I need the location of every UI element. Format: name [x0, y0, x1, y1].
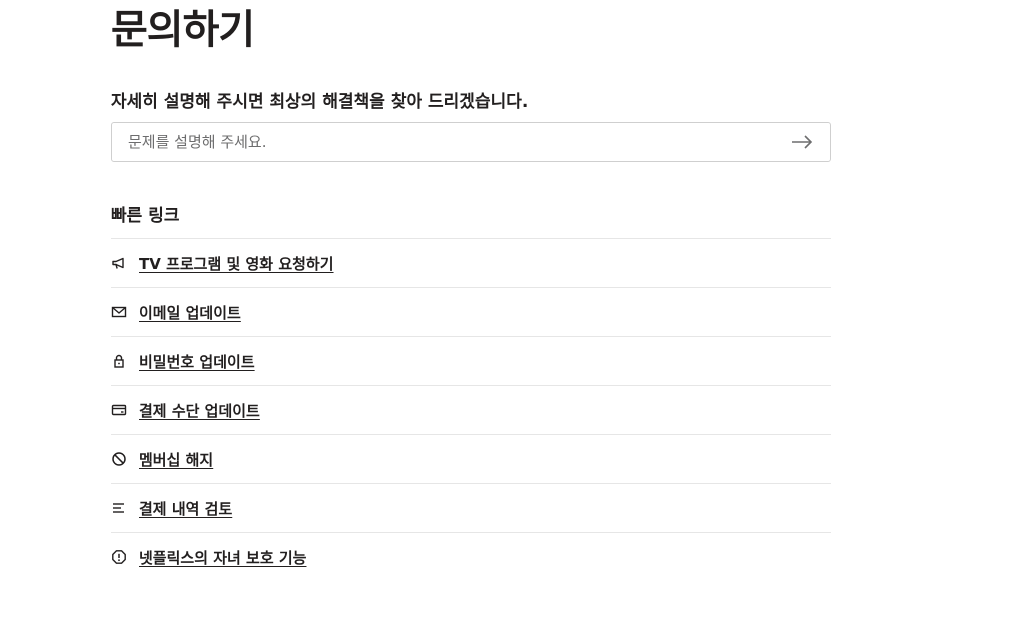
quick-link-update-email: 이메일 업데이트	[111, 288, 831, 337]
quick-links-title: 빠른 링크	[111, 206, 180, 226]
quick-link-label[interactable]: 결제 수단 업데이트	[139, 400, 260, 421]
contact-section: 문의하기 자세히 설명해 주시면 최상의 해결책을 찾아 드리겠습니다. 빠른 …	[111, 0, 831, 581]
search-box	[111, 122, 831, 162]
quick-link-request-titles: TV 프로그램 및 영화 요청하기	[111, 239, 831, 288]
arrow-right-icon[interactable]	[790, 132, 814, 152]
credit-card-icon	[111, 402, 127, 418]
page-subtitle: 자세히 설명해 주시면 최상의 해결책을 찾아 드리겠습니다.	[111, 92, 529, 112]
help-page: 문의하기 자세히 설명해 주시면 최상의 해결책을 찾아 드리겠습니다. 빠른 …	[0, 0, 1018, 627]
quick-links-list: TV 프로그램 및 영화 요청하기 이메일 업데이트 비밀번호 업데이트 결제 …	[111, 238, 831, 581]
lock-icon	[111, 353, 127, 369]
megaphone-icon	[111, 255, 127, 271]
issue-search-input[interactable]	[112, 123, 772, 161]
quick-link-label[interactable]: 비밀번호 업데이트	[139, 351, 255, 372]
quick-link-update-password: 비밀번호 업데이트	[111, 337, 831, 386]
quick-link-label[interactable]: TV 프로그램 및 영화 요청하기	[139, 253, 334, 274]
quick-link-label[interactable]: 결제 내역 검토	[139, 498, 232, 519]
quick-link-label[interactable]: 이메일 업데이트	[139, 302, 241, 323]
alert-icon	[111, 549, 127, 565]
page-title: 문의하기	[111, 7, 255, 53]
quick-link-cancel-membership: 멤버십 해지	[111, 435, 831, 484]
quick-link-label[interactable]: 멤버십 해지	[139, 449, 213, 470]
quick-link-label[interactable]: 넷플릭스의 자녀 보호 기능	[139, 547, 306, 568]
quick-link-update-payment: 결제 수단 업데이트	[111, 386, 831, 435]
quick-link-parental-controls: 넷플릭스의 자녀 보호 기능	[111, 533, 831, 581]
list-icon	[111, 500, 127, 516]
cancel-icon	[111, 451, 127, 467]
quick-link-billing-history: 결제 내역 검토	[111, 484, 831, 533]
envelope-icon	[111, 304, 127, 320]
